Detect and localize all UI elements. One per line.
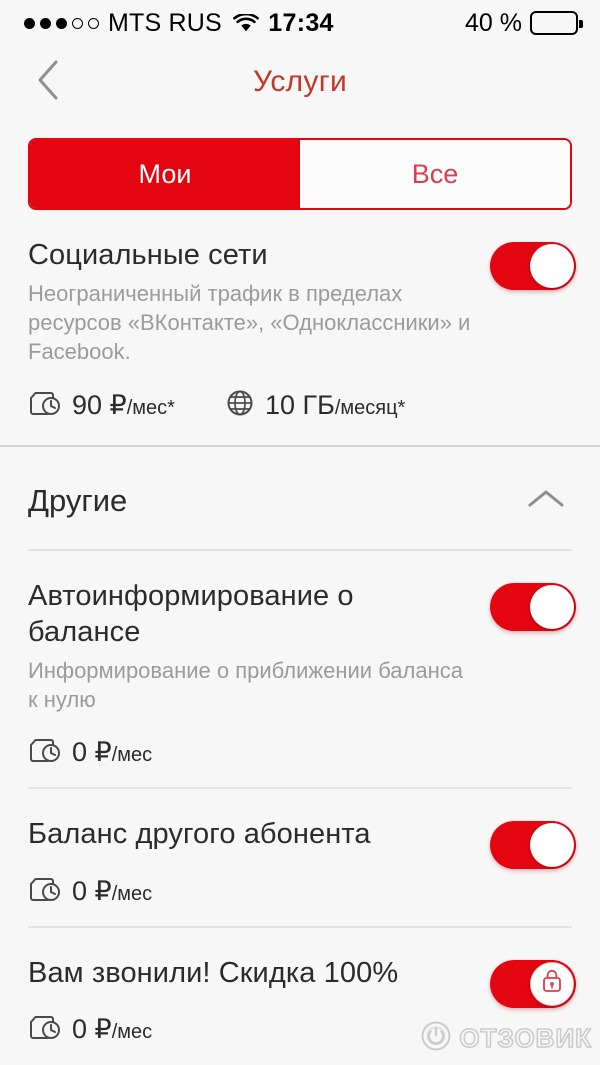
wifi-icon xyxy=(233,12,259,33)
signal-dot-empty xyxy=(72,17,83,29)
wallet-clock-icon xyxy=(28,1013,62,1046)
service-content: Социальные сети Неограниченный трафик в … xyxy=(28,238,490,423)
signal-strength-dots xyxy=(24,17,99,29)
service-toggle-cell xyxy=(490,956,576,1046)
carrier-label: MTS RUS xyxy=(108,8,222,37)
chevron-left-icon xyxy=(35,58,61,107)
status-bar: MTS RUS 17:34 40 % xyxy=(0,0,600,46)
wallet-clock-icon xyxy=(28,389,62,422)
section-collapse-button[interactable] xyxy=(524,484,568,518)
service-price: 0 ₽/мес xyxy=(28,875,152,908)
service-description: Неограниченный трафик в пределах ресурсо… xyxy=(28,281,471,365)
toggle-knob xyxy=(530,585,574,630)
section-header-other[interactable]: Другие xyxy=(0,447,600,549)
service-description: Информирование о приближении баланса к н… xyxy=(28,658,463,713)
service-price-label: 0 ₽/мес xyxy=(72,875,153,906)
toggle-auto-balance-info[interactable] xyxy=(490,583,576,632)
service-meta-row: 0 ₽/мес xyxy=(28,1013,474,1046)
service-traffic: 10 ГБ/месяц* xyxy=(225,388,405,423)
service-price: 0 ₽/мес xyxy=(28,736,152,769)
signal-dot-filled xyxy=(40,17,51,29)
chevron-up-icon xyxy=(526,486,566,517)
section-title: Другие xyxy=(28,483,128,519)
service-toggle-cell xyxy=(490,238,576,423)
tab-my-services[interactable]: Мои xyxy=(30,140,300,208)
service-content: Баланс другого абонента 0 ₽/мес xyxy=(28,817,490,907)
service-row-you-were-called[interactable]: Вам звонили! Скидка 100% 0 ₽/мес xyxy=(0,928,600,1064)
service-title: Вам звонили! Скидка 100% xyxy=(28,956,399,989)
signal-dot-filled xyxy=(24,17,35,29)
toggle-other-subscriber-balance[interactable] xyxy=(490,821,576,870)
service-title: Баланс другого абонента xyxy=(28,818,371,851)
wallet-clock-icon xyxy=(28,875,62,908)
my-services-block: Социальные сети Неограниченный трафик в … xyxy=(0,210,600,442)
signal-dot-filled xyxy=(56,17,67,29)
service-content: Автоинформирование о балансе Информирова… xyxy=(28,579,490,769)
signal-dot-empty xyxy=(88,17,99,29)
service-toggle-cell xyxy=(490,579,576,769)
service-price: 90 ₽/мес* xyxy=(28,389,175,422)
status-bar-right: 40 % xyxy=(334,8,584,38)
service-row-auto-balance-info[interactable]: Автоинформирование о балансе Информирова… xyxy=(0,551,600,787)
toggle-knob xyxy=(530,244,574,288)
toggle-knob xyxy=(530,961,574,1006)
service-price-label: 0 ₽/мес xyxy=(72,737,153,768)
back-button[interactable] xyxy=(26,60,70,104)
clock-label: 17:34 xyxy=(268,8,334,37)
service-meta-row: 0 ₽/мес xyxy=(28,875,474,908)
service-row-other-subscriber-balance[interactable]: Баланс другого абонента 0 ₽/мес xyxy=(0,789,600,925)
toggle-knob xyxy=(530,823,574,868)
wallet-clock-icon xyxy=(28,736,62,769)
status-bar-center: 17:34 xyxy=(268,9,333,38)
page-title: Услуги xyxy=(252,65,348,98)
toggle-social-networks[interactable] xyxy=(490,242,576,290)
service-meta-row: 90 ₽/мес* 10 ГБ/месяц* xyxy=(28,388,474,423)
service-price: 0 ₽/мес xyxy=(28,1013,152,1046)
status-bar-left: MTS RUS xyxy=(24,9,268,38)
battery-percent-label: 40 % xyxy=(465,8,523,37)
segmented-control[interactable]: Мои Все xyxy=(28,138,572,210)
lock-icon xyxy=(540,968,564,999)
service-row-social-networks[interactable]: Социальные сети Неограниченный трафик в … xyxy=(0,210,600,441)
tab-all-services[interactable]: Все xyxy=(300,140,570,208)
toggle-you-were-called-locked[interactable] xyxy=(490,959,576,1008)
service-title: Автоинформирование о балансе xyxy=(28,580,354,648)
navigation-bar: Услуги xyxy=(0,46,600,118)
service-toggle-cell xyxy=(490,817,576,907)
service-meta-row: 0 ₽/мес xyxy=(28,736,474,769)
battery-icon xyxy=(530,11,584,35)
globe-icon xyxy=(225,388,255,423)
service-title: Социальные сети xyxy=(28,239,268,271)
service-traffic-label: 10 ГБ/месяц* xyxy=(264,390,406,421)
segmented-control-wrapper: Мои Все xyxy=(0,118,600,210)
service-content: Вам звонили! Скидка 100% 0 ₽/мес xyxy=(28,956,490,1046)
app-screen: MTS RUS 17:34 40 % Услуги Мои Все Социал… xyxy=(0,0,600,1065)
service-price-label: 0 ₽/мес xyxy=(72,1014,153,1045)
service-price-label: 90 ₽/мес* xyxy=(72,390,175,421)
